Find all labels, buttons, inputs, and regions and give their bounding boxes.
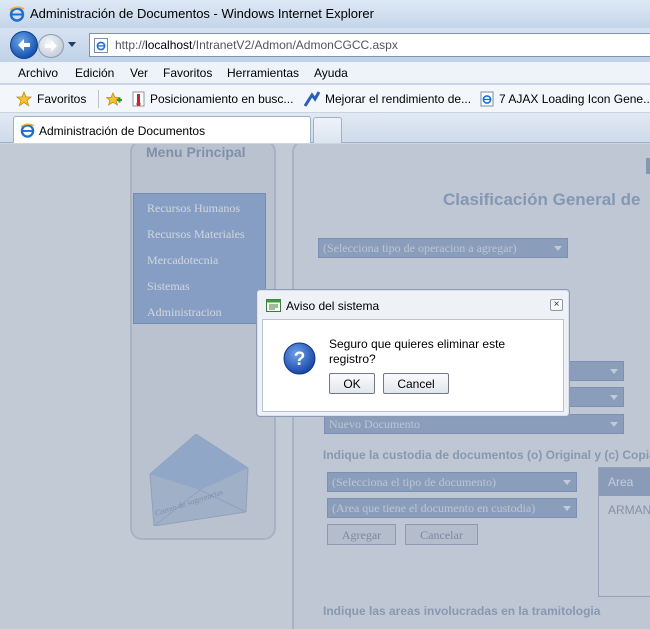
tab-strip: Administración de Documentos: [0, 113, 650, 143]
internet-explorer-icon: [9, 6, 25, 22]
favorites-button[interactable]: Favoritos: [37, 92, 86, 106]
cancel-button[interactable]: Cancel: [383, 373, 449, 394]
window-title: Administración de Documentos - Windows I…: [30, 6, 374, 21]
close-icon[interactable]: ×: [550, 299, 563, 311]
new-tab-button[interactable]: [313, 117, 342, 143]
favorite-link-2[interactable]: Mejorar el rendimiento de...: [325, 92, 471, 106]
menu-ayuda[interactable]: Ayuda: [314, 66, 348, 80]
back-arrow-icon: [18, 39, 30, 51]
page-ie-icon: [94, 38, 108, 53]
menu-favoritos[interactable]: Favoritos: [163, 66, 212, 80]
favorite-link-1[interactable]: Posicionamiento en busc...: [150, 92, 293, 106]
tab-administracion[interactable]: Administración de Documentos: [13, 116, 311, 143]
system-dialog: Aviso del sistema × ? Seguro que quieres…: [256, 289, 570, 417]
address-bar[interactable]: http://localhost/IntranetV2/Admon/AdmonC…: [89, 33, 650, 57]
title-bar: Administración de Documentos - Windows I…: [0, 0, 650, 28]
favorites-bar: Favoritos Posicionamiento en busc... Mej…: [0, 85, 650, 113]
ajax-link-icon: [480, 91, 494, 107]
dialog-body: ? Seguro que quieres eliminar este regis…: [262, 319, 564, 412]
dialog-title: Aviso del sistema: [286, 299, 380, 313]
question-icon: ?: [283, 342, 316, 375]
favorite-link-3[interactable]: 7 AJAX Loading Icon Gene...: [499, 92, 650, 106]
menu-herramientas[interactable]: Herramientas: [227, 66, 299, 80]
favorites-separator: [98, 90, 99, 108]
address-url[interactable]: http://localhost/IntranetV2/Admon/AdmonC…: [115, 38, 398, 52]
back-button[interactable]: [10, 31, 38, 59]
menu-edicion[interactable]: Edición: [75, 66, 114, 80]
dialog-message: Seguro que quieres eliminar este registr…: [329, 337, 506, 366]
tab-label: Administración de Documentos: [39, 124, 206, 138]
favorites-star-icon: [16, 91, 32, 107]
forward-button[interactable]: [38, 34, 64, 58]
menu-archivo[interactable]: Archivo: [18, 66, 58, 80]
tab-ie-icon: [20, 123, 35, 138]
menu-ver[interactable]: Ver: [130, 66, 148, 80]
performance-link-icon: [304, 91, 320, 107]
add-favorites-icon[interactable]: [106, 91, 122, 107]
dialog-window-icon: [266, 299, 281, 312]
recent-pages-chevron-icon[interactable]: [68, 42, 76, 47]
forward-arrow-icon: [45, 40, 57, 52]
ok-button[interactable]: OK: [329, 373, 375, 394]
menu-bar: Archivo Edición Ver Favoritos Herramient…: [0, 62, 650, 84]
svg-text:?: ?: [294, 349, 306, 370]
navigation-bar: http://localhost/IntranetV2/Admon/AdmonC…: [0, 28, 650, 62]
seo-link-icon: [132, 91, 145, 107]
